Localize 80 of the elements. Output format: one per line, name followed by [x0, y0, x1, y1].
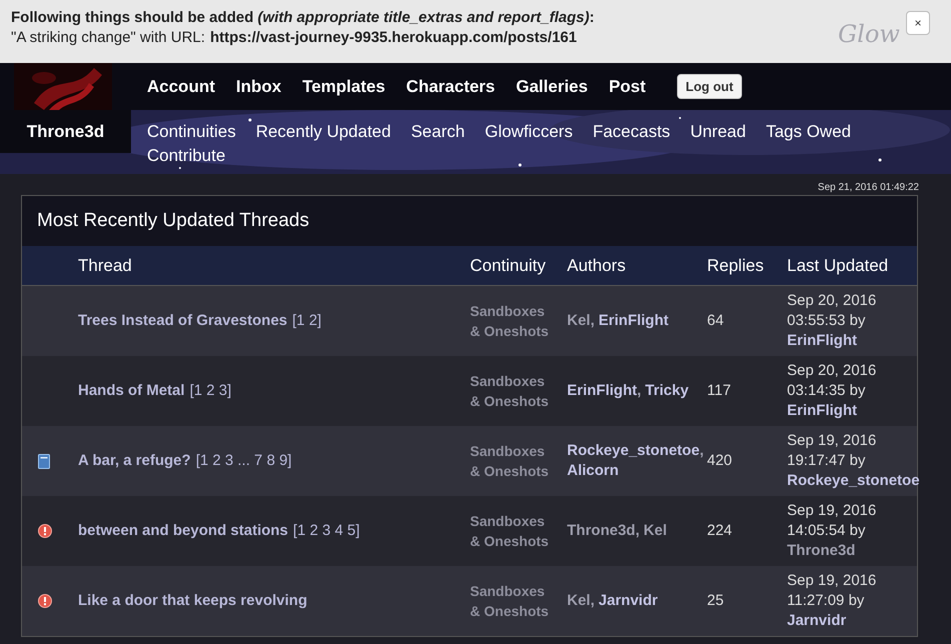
continuity-link[interactable]: Sandboxes & Oneshots — [470, 581, 550, 621]
updated-date: Sep 19, 2016 — [787, 501, 876, 521]
author-link[interactable]: Kel — [644, 521, 667, 541]
reply-count: 64 — [707, 311, 724, 331]
author-link[interactable]: Rockeye_stonetoe — [567, 441, 700, 461]
page-links[interactable]: [1 2 3] — [190, 381, 232, 401]
separator-text: , — [590, 591, 595, 611]
nav-link[interactable]: Inbox — [236, 74, 282, 100]
alert-icon — [38, 594, 52, 608]
author-link[interactable]: ErinFlight — [787, 401, 857, 421]
subnav-link[interactable]: Tags Owed — [766, 120, 851, 144]
updated-date: Sep 19, 2016 — [787, 431, 876, 451]
timestamp: Sep 21, 2016 01:49:22 — [818, 181, 919, 195]
reply-count: 117 — [707, 381, 731, 401]
page-links[interactable]: [1 2 3 4 5] — [293, 521, 360, 541]
separator-text: , — [637, 381, 642, 401]
separator-text: , — [700, 441, 704, 461]
subnav-link[interactable]: Glowficcers — [484, 120, 573, 144]
author-link[interactable]: Jarnvidr — [787, 611, 846, 631]
updated-date: Sep 20, 2016 — [787, 361, 876, 381]
continuity-link[interactable]: Sandboxes & Oneshots — [470, 441, 550, 481]
updated-date: Sep 19, 2016 — [787, 571, 876, 591]
updated-time: 14:05:54 by — [787, 521, 866, 541]
nav-link[interactable]: Characters — [406, 74, 495, 100]
reply-count: 420 — [707, 451, 732, 471]
subnav-link[interactable]: Facecasts — [592, 120, 670, 144]
author-link[interactable]: ErinFlight — [598, 311, 669, 331]
reply-count: 25 — [707, 591, 724, 611]
logout-button[interactable]: Log out — [676, 74, 742, 100]
subnav-link[interactable]: Unread — [690, 120, 746, 144]
thread-link[interactable]: between and beyond stations — [78, 521, 288, 541]
subnav-link[interactable]: Continuities — [147, 120, 236, 144]
author-link[interactable]: ErinFlight — [787, 331, 857, 351]
column-header: Thread — [78, 254, 132, 277]
subnav-link[interactable]: Search — [410, 120, 465, 144]
page-links[interactable]: [1 2] — [292, 311, 322, 331]
updated-time: 03:55:53 by — [787, 311, 866, 331]
nav-link[interactable]: Account — [147, 74, 215, 100]
author-link[interactable]: Throne3d — [787, 541, 856, 561]
updated-time: 11:27:09 by — [787, 591, 864, 611]
subnav-link[interactable]: Recently Updated — [256, 120, 391, 144]
column-header: Continuity — [470, 254, 546, 277]
continuity-link[interactable]: Sandboxes & Oneshots — [470, 371, 550, 411]
updated-date: Sep 20, 2016 — [787, 291, 876, 311]
flash-message: "A striking change" with URL: — [11, 28, 206, 48]
column-header: Authors — [567, 254, 626, 277]
updated-time: 03:14:35 by — [787, 381, 866, 401]
author-link[interactable]: Alicorn — [567, 461, 619, 481]
subnav-link[interactable]: Contribute — [147, 144, 226, 168]
nav-link[interactable]: Galleries — [516, 74, 588, 100]
book-icon — [38, 454, 50, 468]
thread-link[interactable]: A bar, a refuge? — [78, 451, 191, 471]
thread-link[interactable]: Hands of Metal — [78, 381, 185, 401]
author-link[interactable]: Jarnvidr — [598, 591, 658, 611]
author-link[interactable]: Kel — [567, 311, 590, 331]
close-button[interactable]: × — [906, 11, 930, 35]
column-header: Last Updated — [787, 254, 888, 277]
nav-link[interactable]: Post — [608, 74, 646, 100]
separator-text: , — [635, 521, 640, 541]
thread-link[interactable]: Like a door that keeps revolving — [78, 591, 308, 611]
nav-link[interactable]: Templates — [302, 74, 386, 100]
column-header: Replies — [707, 254, 764, 277]
panel-title: Most Recently Updated Threads — [36, 208, 310, 233]
separator-text: , — [590, 311, 595, 331]
thread-link[interactable]: Trees Instead of Gravestones — [78, 311, 288, 331]
site-logo: Glow — [838, 20, 900, 48]
continuity-link[interactable]: Sandboxes & Oneshots — [470, 301, 550, 341]
updated-time: 19:17:47 by — [787, 451, 866, 471]
author-link[interactable]: Kel — [567, 591, 590, 611]
continuity-link[interactable]: Sandboxes & Oneshots — [470, 511, 550, 551]
alert-icon — [38, 524, 52, 538]
flash-heading: Following things should be added (with appropriate title_extras and report_flags): — [11, 8, 594, 28]
author-link[interactable]: Rockeye_stonetoe — [787, 471, 920, 491]
url-text: https://vast-journey-9935.herokuapp.com/posts/161 — [210, 28, 577, 48]
author-link[interactable]: Tricky — [645, 381, 689, 401]
author-link[interactable]: Throne3d — [567, 521, 636, 541]
reply-count: 224 — [707, 521, 732, 541]
page-links[interactable]: [1 2 3 ... 7 8 9] — [196, 451, 292, 471]
author-link[interactable]: ErinFlight — [567, 381, 637, 401]
username-tab[interactable]: Throne3d — [0, 110, 131, 153]
